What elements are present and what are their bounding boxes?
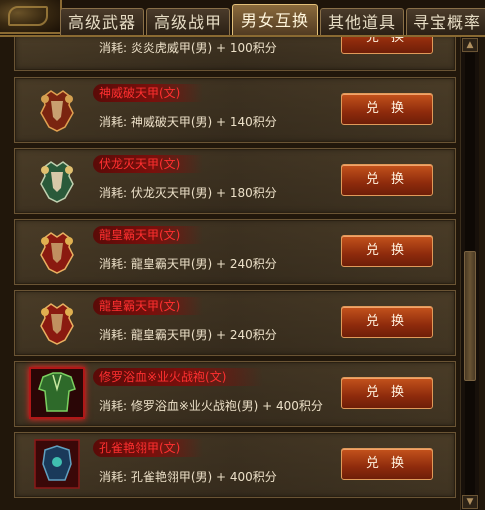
tab-bar: 高级武器 高级战甲 男女互换 其他道具 寻宝概率 — [60, 4, 485, 37]
armor-icon — [40, 232, 74, 274]
ornament-icon — [8, 6, 48, 26]
item-name: 孔雀艳翎甲(文) — [99, 441, 181, 455]
list-item: 消耗: 炎炎虎威甲(男) + 100积分 兑 换 — [14, 37, 456, 71]
list-item: 龍皇霸天甲(文) 消耗: 龍皇霸天甲(男) + 240积分 兑 换 — [14, 290, 456, 356]
item-name: 龍皇霸天甲(文) — [99, 299, 181, 313]
cost-text: 消耗: 孔雀艳翎甲(男) + 400积分 — [99, 470, 277, 484]
tab-advanced-weapons[interactable]: 高级武器 — [60, 8, 144, 36]
scroll-up-button[interactable]: ▲ — [462, 38, 478, 52]
scroll-thumb[interactable] — [464, 251, 476, 381]
armor-icon — [40, 303, 74, 345]
exchange-button[interactable]: 兑 换 — [341, 235, 433, 267]
exchange-panel: 消耗: 炎炎虎威甲(男) + 100积分 兑 换 神威破天甲(文) 消耗: 神威… — [0, 35, 485, 510]
armor-icon — [40, 90, 74, 132]
exchange-list: 消耗: 炎炎虎威甲(男) + 100积分 兑 换 神威破天甲(文) 消耗: 神威… — [0, 37, 460, 510]
item-name: 修罗浴血※业火战袍(文) — [99, 370, 227, 384]
list-item: 神威破天甲(文) 消耗: 神威破天甲(男) + 140积分 兑 换 — [14, 77, 456, 143]
exchange-button[interactable]: 兑 换 — [341, 37, 433, 54]
robe-icon — [29, 367, 85, 419]
exchange-button[interactable]: 兑 换 — [341, 377, 433, 409]
armor-icon — [40, 161, 74, 203]
exchange-button[interactable]: 兑 换 — [341, 93, 433, 125]
item-name: 龍皇霸天甲(文) — [99, 228, 181, 242]
list-item: 修罗浴血※业火战袍(文) 消耗: 修罗浴血※业火战袍(男) + 400积分 兑 … — [14, 361, 456, 427]
list-item: 伏龙灭天甲(文) 消耗: 伏龙灭天甲(男) + 180积分 兑 换 — [14, 148, 456, 214]
item-name: 伏龙灭天甲(文) — [99, 157, 181, 171]
cost-text: 消耗: 伏龙灭天甲(男) + 180积分 — [99, 186, 277, 200]
cost-text: 消耗: 龍皇霸天甲(男) + 240积分 — [99, 328, 277, 342]
cost-text: 消耗: 龍皇霸天甲(男) + 240积分 — [99, 257, 277, 271]
list-item: 龍皇霸天甲(文) 消耗: 龍皇霸天甲(男) + 240积分 兑 换 — [14, 219, 456, 285]
peacock-armor-icon — [34, 439, 80, 489]
list-item: 孔雀艳翎甲(文) 消耗: 孔雀艳翎甲(男) + 400积分 兑 换 — [14, 432, 456, 498]
tab-other-items[interactable]: 其他道具 — [320, 8, 404, 36]
exchange-button[interactable]: 兑 换 — [341, 448, 433, 480]
cost-text: 消耗: 神威破天甲(男) + 140积分 — [99, 115, 277, 129]
cost-text: 消耗: 修罗浴血※业火战袍(男) + 400积分 — [99, 399, 323, 413]
item-name: 神威破天甲(文) — [99, 86, 181, 100]
tab-gender-swap[interactable]: 男女互换 — [232, 4, 318, 37]
scroll-down-button[interactable]: ▼ — [462, 495, 478, 509]
tab-treasure-odds[interactable]: 寻宝概率 — [406, 8, 485, 36]
cost-text: 消耗: 炎炎虎威甲(男) + 100积分 — [99, 41, 277, 55]
exchange-button[interactable]: 兑 换 — [341, 164, 433, 196]
exchange-button[interactable]: 兑 换 — [341, 306, 433, 338]
scrollbar[interactable]: ▲ ▼ — [460, 37, 479, 510]
corner-ornament — [0, 0, 62, 34]
tab-advanced-armor[interactable]: 高级战甲 — [146, 8, 230, 36]
